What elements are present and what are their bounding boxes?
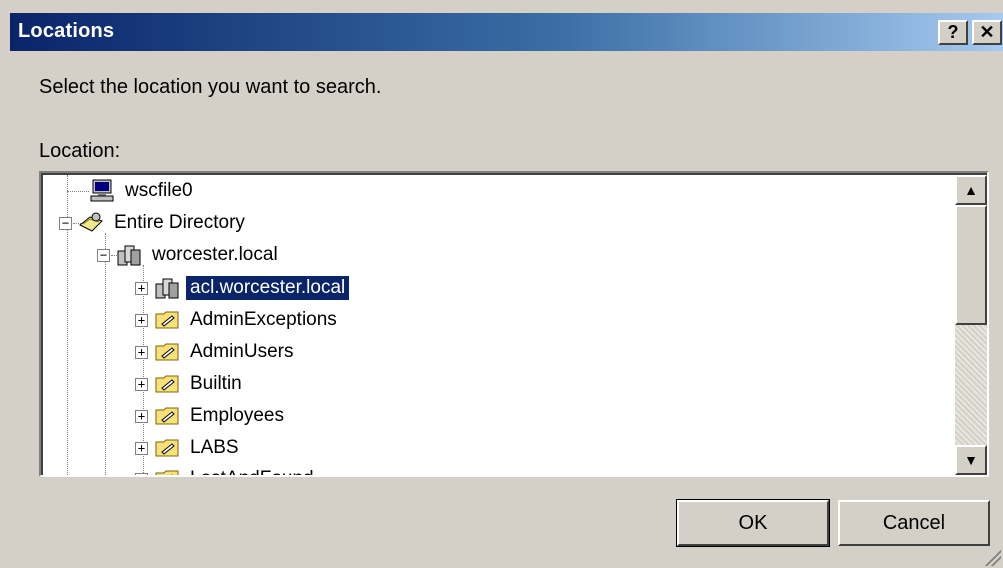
expand-icon[interactable]: + xyxy=(135,281,148,295)
close-button[interactable]: ✕ xyxy=(972,20,1002,45)
location-label: Location: xyxy=(39,140,121,162)
tree-item-label: worcester.local xyxy=(152,244,278,265)
tree-item-label: wscfile0 xyxy=(125,180,193,201)
ou-folder-icon xyxy=(155,311,179,329)
domain-icon xyxy=(117,245,141,266)
ok-button[interactable]: OK xyxy=(676,499,830,547)
expand-icon[interactable]: + xyxy=(135,313,148,327)
arrow-down-icon: ▼ xyxy=(964,452,978,468)
dialog-title: Locations xyxy=(18,20,115,42)
locations-dialog: Locations ? ✕ Select the location you wa… xyxy=(0,0,1003,568)
close-icon: ✕ xyxy=(979,22,995,42)
computer-icon xyxy=(90,179,114,202)
scroll-up-button[interactable]: ▲ xyxy=(955,175,987,205)
expand-icon[interactable]: + xyxy=(135,409,148,423)
tree-view: wscfile0 − Entire Directory − worcester.… xyxy=(41,173,987,475)
tree-item-entire-directory[interactable]: − Entire Directory xyxy=(59,208,249,238)
expand-icon[interactable]: + xyxy=(135,441,148,455)
cancel-button[interactable]: Cancel xyxy=(838,500,990,546)
tree-item-worcester-local[interactable]: − worcester.local xyxy=(97,240,282,270)
ou-folder-icon xyxy=(155,375,179,393)
arrow-up-icon: ▲ xyxy=(964,182,978,198)
help-button[interactable]: ? xyxy=(938,20,968,45)
tree-item-labs[interactable]: + LABS xyxy=(135,433,243,463)
vertical-scrollbar[interactable]: ▲ ▼ xyxy=(955,175,987,475)
collapse-icon[interactable]: − xyxy=(59,216,72,230)
tree-item-builtin[interactable]: + Builtin xyxy=(135,369,246,399)
tree-item-label: acl.worcester.local xyxy=(184,275,351,301)
scroll-down-button[interactable]: ▼ xyxy=(955,445,987,475)
ou-folder-icon xyxy=(155,439,179,457)
tree-item-adminusers[interactable]: + AdminUsers xyxy=(135,337,297,367)
tree-item-employees[interactable]: + Employees xyxy=(135,401,288,431)
tree-item-label: Employees xyxy=(190,405,284,426)
collapse-icon[interactable]: − xyxy=(97,248,110,262)
prompt-text: Select the location you want to search. xyxy=(39,76,382,98)
tree-item-label: AdminUsers xyxy=(190,341,294,362)
expand-icon[interactable]: + xyxy=(135,345,148,359)
tree-item-label: LABS xyxy=(190,437,239,458)
location-tree[interactable]: wscfile0 − Entire Directory − worcester.… xyxy=(39,171,989,477)
ou-folder-icon xyxy=(155,343,179,361)
scroll-thumb[interactable] xyxy=(955,205,987,325)
tree-item-label: LostAndFound xyxy=(186,467,318,475)
expand-icon[interactable]: + xyxy=(135,377,148,391)
ou-folder-icon xyxy=(155,470,179,475)
tree-item-lostandfound[interactable]: + LostAndFound xyxy=(135,464,318,475)
directory-icon xyxy=(79,212,103,232)
tree-item-acl-worcester-local[interactable]: + acl.worcester.local xyxy=(135,273,351,303)
expand-icon[interactable]: + xyxy=(135,472,148,475)
tree-item-computer[interactable]: wscfile0 xyxy=(89,176,197,206)
title-bar[interactable]: Locations ? ✕ xyxy=(10,13,1003,51)
tree-item-label: AdminExceptions xyxy=(190,309,337,330)
domain-icon xyxy=(155,278,179,299)
ou-folder-icon xyxy=(155,407,179,425)
tree-line xyxy=(67,191,89,192)
tree-item-label: Entire Directory xyxy=(114,212,245,233)
tree-item-adminexceptions[interactable]: + AdminExceptions xyxy=(135,305,341,335)
resize-grip-icon[interactable] xyxy=(981,546,1001,566)
tree-item-label: Builtin xyxy=(190,373,242,394)
